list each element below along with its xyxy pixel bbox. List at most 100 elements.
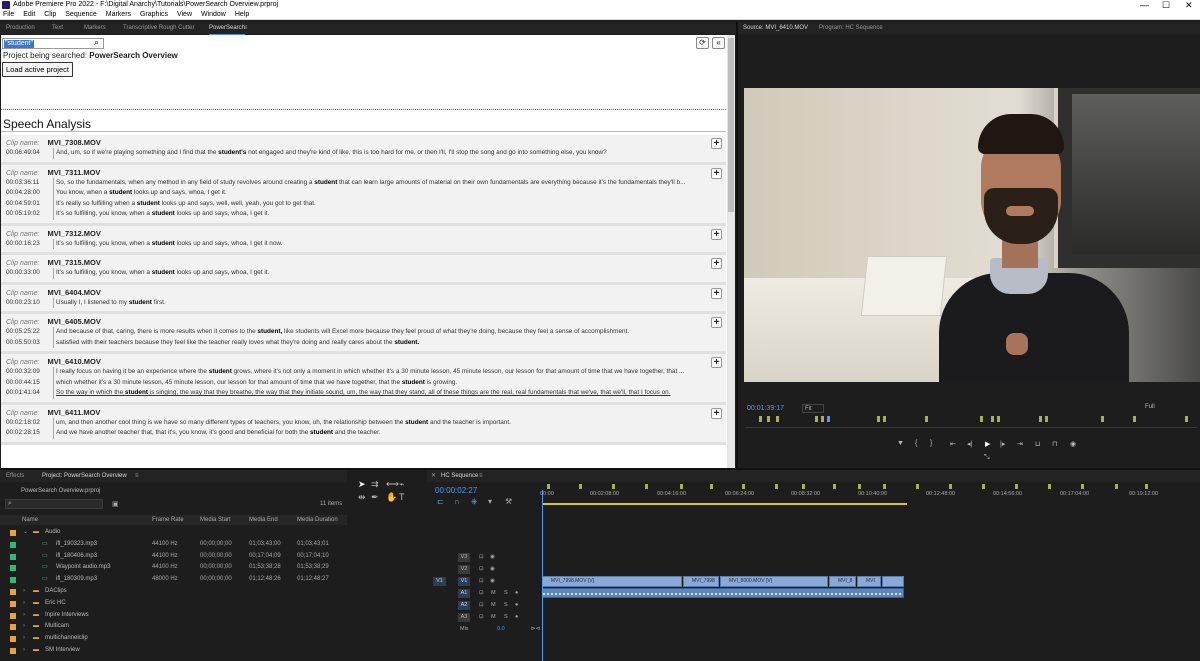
chevron-down-icon[interactable]: ⌄ (23, 527, 28, 539)
track-label-v2[interactable]: V2 (458, 565, 470, 574)
button-editor-icon[interactable]: ⤡ (984, 454, 990, 462)
slip-tool-icon[interactable]: ⇹ (358, 492, 366, 503)
sequence-marker[interactable] (833, 484, 836, 489)
sequence-marker[interactable] (579, 484, 582, 489)
refresh-icon[interactable]: ⟳ (696, 37, 709, 49)
col-media-duration[interactable]: Media Duration (297, 515, 338, 525)
marker[interactable] (1045, 416, 1048, 422)
project-item-bin[interactable]: › ▬ Eric HC (0, 598, 347, 610)
video-clip[interactable]: MVI_8 (829, 576, 856, 587)
label-color-swatch[interactable] (10, 600, 16, 607)
col-frame-rate[interactable]: Frame Rate (152, 515, 184, 525)
result-text[interactable]: So, so the fundamentals, when any method… (53, 177, 720, 188)
menu-edit[interactable]: Edit (23, 11, 35, 18)
sequence-marker[interactable] (645, 484, 648, 489)
scrollbar[interactable] (727, 35, 735, 468)
sync-lock-icon[interactable]: ⊡ (479, 576, 484, 587)
marker[interactable] (815, 416, 818, 422)
mute-button[interactable]: M (491, 600, 496, 611)
snap-icon[interactable]: ⊏ (437, 497, 444, 506)
result-timecode[interactable]: 00:00:23:10 (1, 298, 51, 309)
result-text[interactable]: And because of that, caring, there is mo… (53, 327, 720, 338)
marker[interactable] (821, 416, 824, 422)
video-clip[interactable]: MVI_7998.MOV [V] (542, 576, 682, 587)
tab-transcriptive[interactable]: Transcriptive Rough Cutter (123, 22, 194, 34)
mix-value[interactable]: 0.0 (497, 624, 505, 635)
new-bin-icon[interactable]: ▣ (112, 500, 119, 508)
project-item-bin[interactable]: › ▬ DAClips (0, 586, 347, 598)
result-timecode[interactable]: 00:01:41:04 (1, 388, 51, 399)
sync-lock-icon[interactable]: ⊡ (479, 600, 484, 611)
result-timecode[interactable]: 00:03:36:11 (1, 178, 51, 189)
tab-sequence[interactable]: HC Sequence (441, 470, 478, 482)
result-timecode[interactable]: 00:05:25:22 (1, 327, 51, 338)
menu-sequence[interactable]: Sequence (65, 11, 97, 18)
sequence-marker[interactable] (775, 484, 778, 489)
track-label-a1[interactable]: A1 (458, 589, 470, 598)
eye-icon[interactable]: ◉ (490, 552, 495, 563)
add-marker-icon[interactable]: ▼ (897, 440, 904, 447)
result-text[interactable]: And we have another teacher that, that i… (53, 428, 720, 439)
razor-icon[interactable]: ⌁ (399, 479, 404, 490)
result-text[interactable]: You know, when a student looks up and sa… (53, 188, 720, 199)
result-row[interactable]: 00:06:49:04 And, um, so if we're playing … (1, 148, 726, 159)
go-to-out-icon[interactable]: ⇥ (1017, 440, 1023, 448)
menu-help[interactable]: Help (235, 11, 249, 18)
result-text[interactable]: satisfied with their teachers because th… (53, 337, 720, 348)
result-row[interactable]: 00:00:44:15 which whether it's a 30 minut… (1, 377, 726, 389)
menu-markers[interactable]: Markers (106, 11, 131, 18)
close-icon[interactable]: ✕ (1185, 0, 1193, 10)
go-to-in-icon[interactable]: ⇤ (950, 440, 956, 448)
track-label-a3[interactable]: A3 (458, 613, 470, 622)
result-row[interactable]: 00:01:41:04 So the way in which the stude… (1, 388, 726, 399)
marker[interactable] (1185, 416, 1188, 422)
insert-icon[interactable]: ⊔ (1035, 440, 1040, 448)
tab-effects[interactable]: Effects (6, 470, 24, 482)
tab-source[interactable]: Source: MVI_6410.MOV (743, 22, 808, 34)
source-ruler[interactable] (745, 416, 1197, 428)
video-clip[interactable]: MVI_8000.MOV [V] (720, 576, 828, 587)
menu-window[interactable]: Window (201, 11, 226, 18)
tab-production[interactable]: Production (6, 22, 35, 34)
result-timecode[interactable]: 00:02:28:15 (1, 428, 51, 439)
sequence-marker[interactable] (1015, 484, 1018, 489)
type-tool-icon[interactable]: T (399, 492, 405, 502)
scrollbar-thumb[interactable] (728, 38, 734, 212)
result-text[interactable]: It's so fulfilling, you know, when a stu… (53, 209, 720, 220)
panel-menu-icon[interactable]: ≡ (479, 470, 483, 482)
ripple-edit-icon[interactable]: ⟷ (386, 479, 399, 490)
label-color-swatch[interactable] (10, 577, 16, 584)
project-item-bin[interactable]: › ▬ multichannelclip (0, 633, 347, 645)
chevron-right-icon[interactable]: › (23, 598, 25, 610)
marker[interactable] (767, 416, 770, 422)
search-input[interactable]: "student" (2, 38, 104, 49)
sequence-marker[interactable] (547, 484, 550, 489)
audio-clip[interactable] (542, 588, 904, 598)
label-color-swatch[interactable] (10, 636, 16, 643)
project-item-bin[interactable]: › ▬ Inpire Interviews (0, 610, 347, 622)
captions-icon[interactable]: ⎈ (471, 497, 477, 507)
export-frame-icon[interactable]: ◉ (1070, 440, 1076, 448)
mark-out-icon[interactable]: } (930, 440, 932, 447)
solo-button[interactable]: S (504, 588, 508, 599)
label-color-swatch[interactable] (10, 612, 16, 619)
result-timecode[interactable]: 00:00:33:00 (1, 268, 51, 279)
eye-icon[interactable]: ◉ (490, 564, 495, 575)
result-timecode[interactable]: 00:00:44:15 (1, 378, 51, 389)
result-text[interactable]: Usually I, I listened to my student firs… (53, 297, 720, 308)
sequence-timecode[interactable]: 00:00:02:27 (435, 486, 477, 495)
result-timecode[interactable]: 00:06:49:04 (1, 148, 51, 159)
sequence-marker[interactable] (612, 484, 615, 489)
tab-text[interactable]: Text (52, 22, 63, 34)
sequence-marker[interactable] (916, 484, 919, 489)
project-item-file[interactable]: ▭ ifl_180406.mp3 44100 Hz 00;00;00;00 00;17;… (0, 551, 347, 563)
result-row[interactable]: 00:04:28:00 You know, when a student look… (1, 188, 726, 199)
result-text[interactable]: It's so fulfilling, you know, when a stu… (53, 268, 720, 279)
label-color-swatch[interactable] (10, 530, 16, 536)
result-row[interactable]: 00:00:23:10 Usually I, I listened to my s… (1, 297, 726, 309)
source-timecode[interactable]: 00:01:39:17 (747, 405, 784, 412)
result-text[interactable]: And, um, so if we're playing something a… (53, 148, 720, 159)
pen-tool-icon[interactable]: ✒ (371, 492, 379, 503)
result-row[interactable]: 00:00:33:00 It's so fulfilling, you know,… (1, 268, 726, 279)
result-timecode[interactable]: 00:04:59:01 (1, 199, 51, 210)
